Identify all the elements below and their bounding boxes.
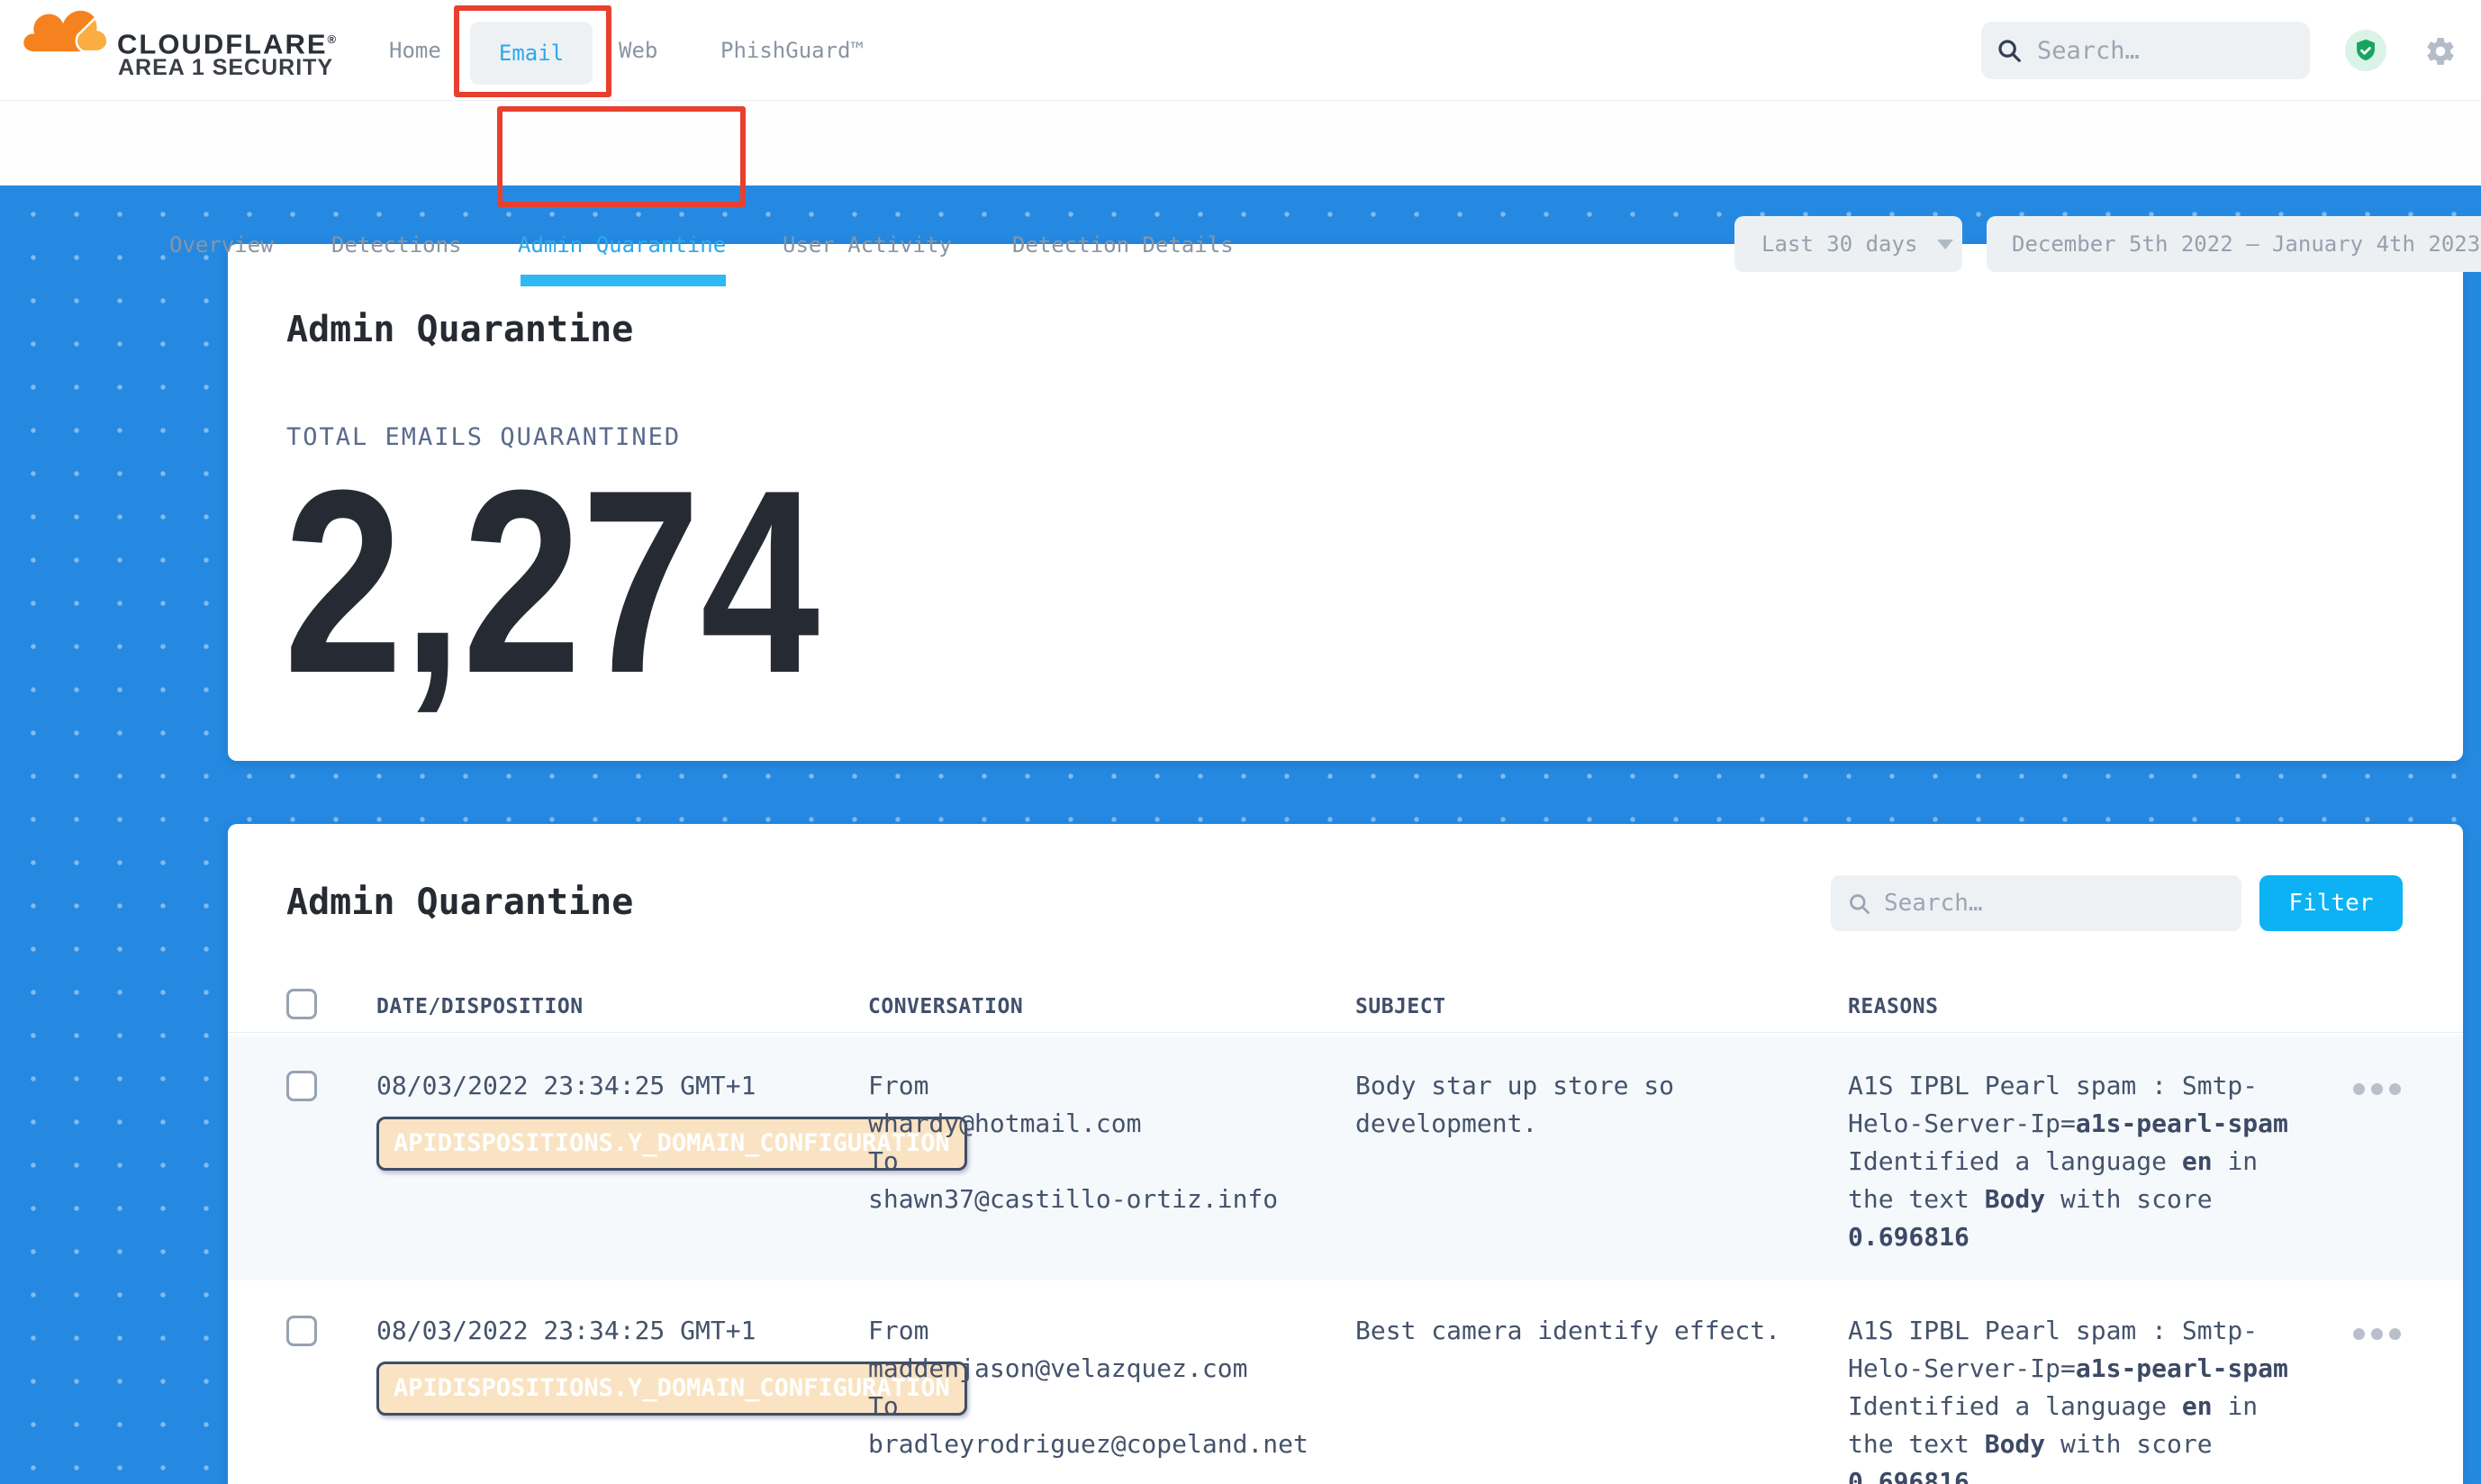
select-all-checkbox[interactable]	[286, 989, 317, 1019]
reason-text: Identified a language	[1848, 1146, 2182, 1176]
filter-button[interactable]: Filter	[2259, 875, 2403, 931]
metric-value: 2,274	[284, 451, 819, 712]
ellipsis-icon	[2371, 1328, 2383, 1340]
cell-reasons: A1S IPBL Pearl spam : Smtp-Helo-Server-I…	[1848, 1067, 2303, 1256]
page: CLOUDFLARE® AREA 1 SECURITY Home Email W…	[0, 0, 2481, 1484]
table-search[interactable]	[1831, 875, 2241, 931]
nav-item-phishguard[interactable]: PhishGuard™	[720, 35, 864, 66]
date-range-button[interactable]: December 5th 2022 — January 4th 2023	[1987, 216, 2481, 272]
table-search-input[interactable]	[1884, 890, 2190, 917]
row-checkbox[interactable]	[286, 1071, 317, 1101]
reason-highlight: Body	[1985, 1429, 2045, 1459]
column-header-reasons: REASONS	[1848, 991, 1938, 1022]
ellipsis-icon	[2353, 1083, 2365, 1095]
brand-trademark: ®	[328, 32, 339, 46]
cell-conversation: From whardy@hotmail.com To shawn37@casti…	[868, 1067, 1336, 1218]
tab-detection-details[interactable]: Detection Details	[1012, 230, 1234, 260]
nav-item-email-label: Email	[499, 41, 564, 66]
summary-card: Admin Quarantine TOTAL EMAILS QUARANTINE…	[228, 244, 2463, 761]
tab-overview[interactable]: Overview	[169, 230, 274, 260]
search-icon	[1847, 891, 1871, 916]
active-tab-underline	[521, 275, 726, 286]
chevron-down-icon	[1937, 240, 1953, 249]
cell-date: 08/03/2022 23:34:25 GMT+1	[376, 1312, 845, 1350]
column-header-conversation: CONVERSATION	[868, 991, 1023, 1022]
cell-reasons: A1S IPBL Pearl spam : Smtp-Helo-Server-I…	[1848, 1312, 2303, 1484]
summary-card-title: Admin Quarantine	[286, 308, 633, 351]
nav-item-email[interactable]: Email	[470, 22, 593, 85]
from-address: whardy@hotmail.com	[868, 1105, 1336, 1143]
shield-check-icon	[2353, 38, 2378, 63]
table-row[interactable]: APIDISPOSITIONS.Y_DOMAIN_CONFIGURATION 0…	[228, 1036, 2463, 1280]
search-icon	[1996, 37, 2023, 64]
cell-conversation: From maddenjason@velazquez.com To bradle…	[868, 1312, 1336, 1463]
column-header-date: DATE/DISPOSITION	[376, 991, 584, 1022]
cloudflare-logo-icon	[21, 6, 111, 55]
date-range-label: December 5th 2022 — January 4th 2023	[2012, 231, 2480, 257]
cell-subject: Best camera identify effect.	[1355, 1312, 1810, 1350]
header-search-input[interactable]	[2037, 37, 2289, 65]
cell-date: 08/03/2022 23:34:25 GMT+1	[376, 1067, 845, 1105]
reason-text: with score	[2045, 1429, 2212, 1459]
ellipsis-icon	[2371, 1083, 2383, 1095]
settings-button[interactable]	[2424, 35, 2457, 68]
nav-item-home[interactable]: Home	[389, 35, 441, 66]
gear-icon	[2424, 35, 2457, 68]
to-label: To	[868, 1388, 1336, 1425]
ellipsis-icon	[2353, 1328, 2365, 1340]
quarantine-card-title: Admin Quarantine	[286, 881, 633, 924]
reason-highlight: 0.696816	[1848, 1467, 1969, 1484]
table-row[interactable]: APIDISPOSITIONS.Y_DOMAIN_CONFIGURATION 0…	[228, 1280, 2463, 1484]
row-menu-button[interactable]	[2353, 1083, 2401, 1095]
header-search[interactable]	[1981, 22, 2310, 79]
to-label: To	[868, 1143, 1336, 1181]
reason-highlight: a1s-pearl-spam	[2076, 1353, 2288, 1383]
from-label: From	[868, 1312, 1336, 1350]
section-tabs-bar: Overview Detections Admin Quarantine Use…	[0, 101, 2481, 186]
tab-detections[interactable]: Detections	[331, 230, 462, 260]
time-range-dropdown[interactable]: Last 30 days	[1734, 216, 1962, 272]
reason-text: Identified a language	[1848, 1391, 2182, 1421]
from-label: From	[868, 1067, 1336, 1105]
reason-text: with score	[2045, 1184, 2212, 1214]
to-address: shawn37@castillo-ortiz.info	[868, 1181, 1336, 1218]
column-header-subject: SUBJECT	[1355, 991, 1445, 1022]
reason-highlight: en	[2182, 1146, 2213, 1176]
ellipsis-icon	[2389, 1083, 2401, 1095]
header-divider	[228, 1032, 2463, 1033]
nav-item-web[interactable]: Web	[619, 35, 657, 66]
tab-user-activity[interactable]: User Activity	[783, 230, 952, 260]
row-checkbox[interactable]	[286, 1316, 317, 1346]
quarantine-card: Admin Quarantine Filter DATE/DISPOSITION…	[228, 824, 2463, 1484]
reason-highlight: en	[2182, 1391, 2213, 1421]
brand-subtitle: AREA 1 SECURITY	[118, 55, 333, 80]
reason-highlight: Body	[1985, 1184, 2045, 1214]
reason-highlight: 0.696816	[1848, 1222, 1969, 1252]
app-header: CLOUDFLARE® AREA 1 SECURITY Home Email W…	[0, 0, 2481, 101]
ellipsis-icon	[2389, 1328, 2401, 1340]
to-address: bradleyrodriguez@copeland.net	[868, 1425, 1336, 1463]
row-menu-button[interactable]	[2353, 1328, 2401, 1340]
account-status-badge[interactable]	[2345, 30, 2386, 71]
cell-subject: Body star up store so development.	[1355, 1067, 1810, 1143]
from-address: maddenjason@velazquez.com	[868, 1350, 1336, 1388]
time-range-label: Last 30 days	[1761, 231, 1917, 257]
content-background: Admin Quarantine TOTAL EMAILS QUARANTINE…	[0, 186, 2481, 1484]
tab-admin-quarantine[interactable]: Admin Quarantine	[518, 230, 726, 260]
reason-highlight: a1s-pearl-spam	[2076, 1108, 2288, 1138]
